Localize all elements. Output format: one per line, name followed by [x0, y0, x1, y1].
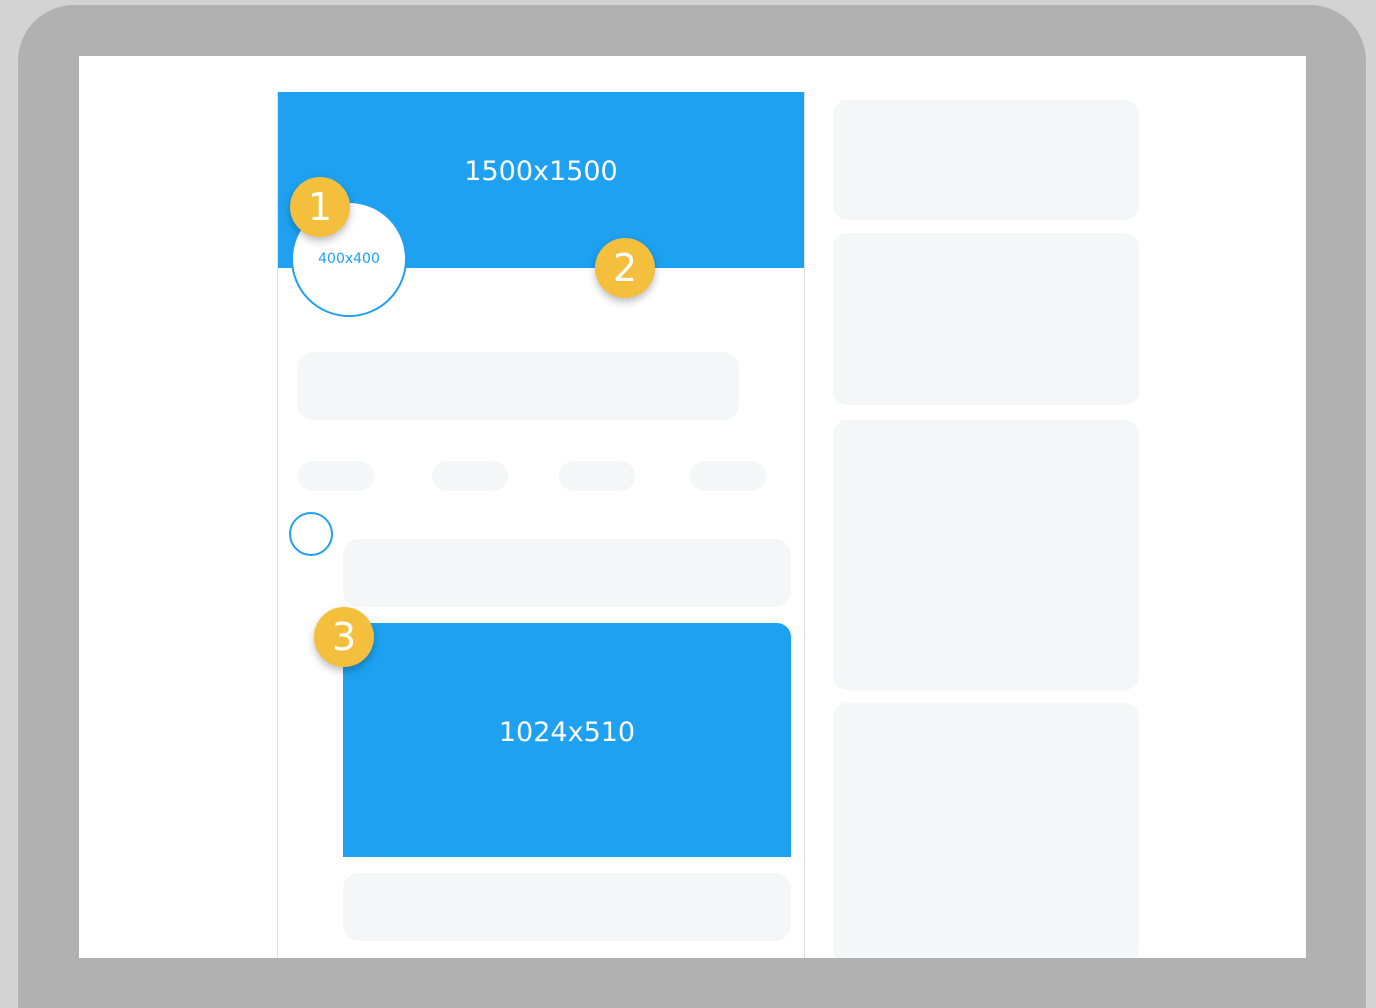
number-badge-3: 3	[314, 607, 374, 667]
avatar-size-label: 400x400	[318, 251, 380, 267]
screen: 1500x1500 400x400 1024x510	[79, 56, 1306, 958]
tab-placeholder-2	[432, 461, 508, 491]
tweet-image-size-label: 1024x510	[498, 717, 636, 748]
profile-column: 1500x1500 400x400 1024x510	[277, 92, 805, 958]
sidebar-card-4	[833, 703, 1139, 958]
tweet-text-placeholder	[343, 539, 791, 607]
number-badge-2: 2	[595, 238, 655, 298]
tab-placeholder-4	[690, 461, 766, 491]
sidebar-card-3	[833, 420, 1139, 690]
sidebar-card-1	[833, 100, 1139, 220]
tab-placeholder-1	[298, 461, 374, 491]
tweet-footer-placeholder	[343, 873, 791, 941]
tab-placeholder-3	[559, 461, 635, 491]
tweet-image: 1024x510	[343, 623, 791, 857]
banner-size-label: 1500x1500	[464, 156, 618, 187]
sidebar-card-2	[833, 233, 1139, 405]
tweet-avatar	[289, 512, 333, 556]
number-badge-1: 1	[290, 177, 350, 237]
bio-placeholder	[297, 352, 739, 420]
